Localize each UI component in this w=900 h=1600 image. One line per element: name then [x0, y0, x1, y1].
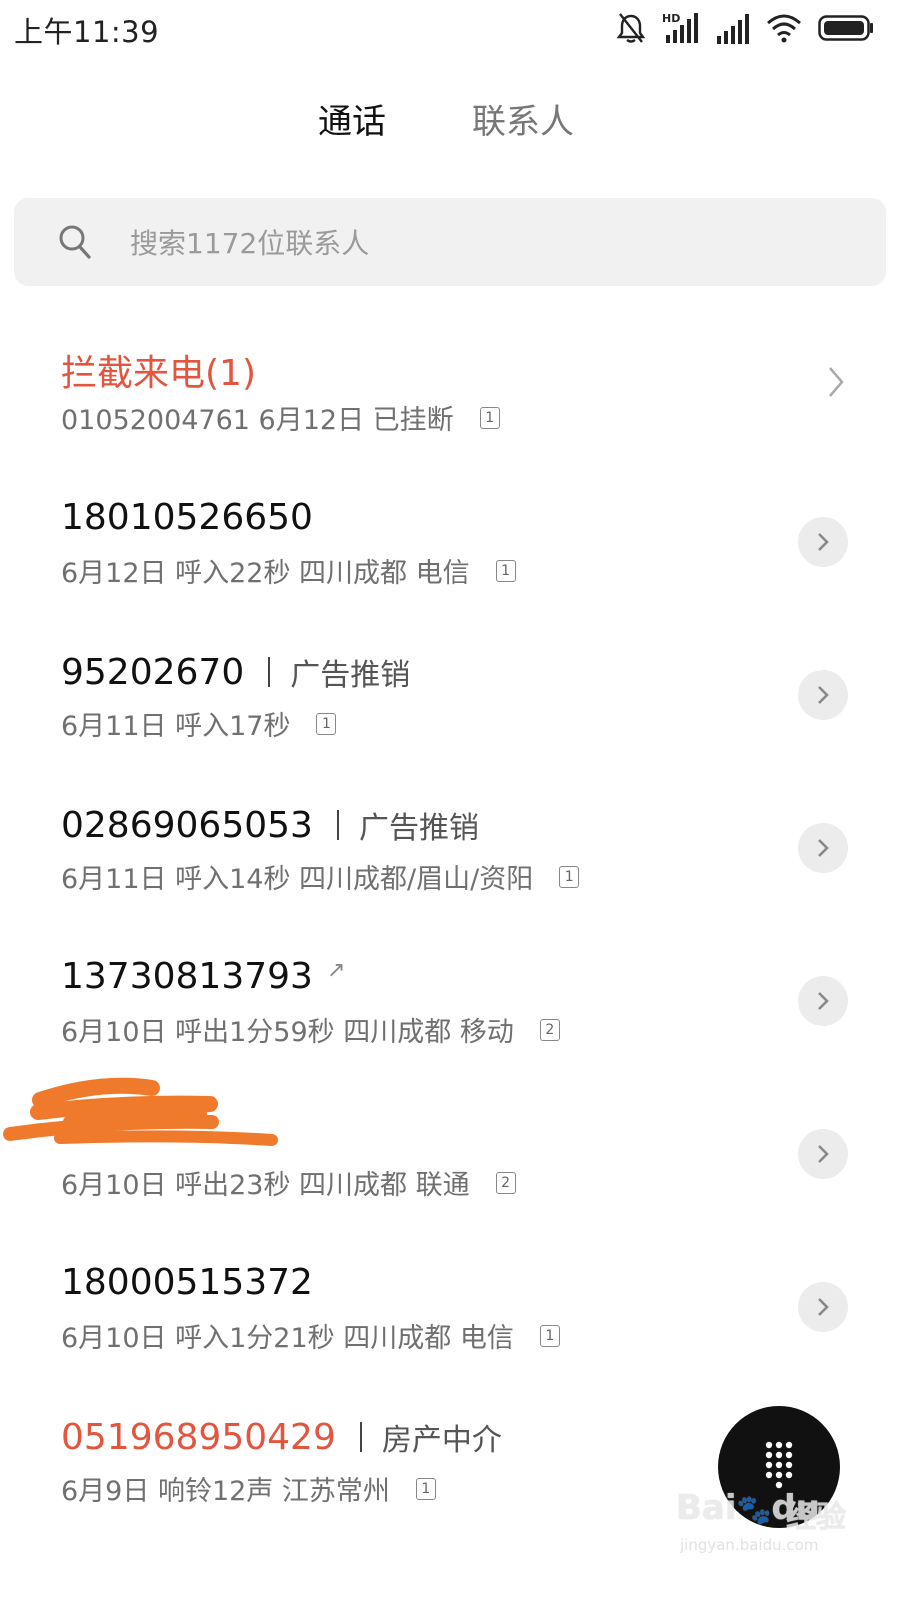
call-number-wrap: 13730813793 ↗: [61, 956, 345, 997]
watermark-url: jingyan.baidu.com: [680, 1536, 819, 1554]
search-icon: [58, 224, 92, 264]
status-icons: HD: [616, 10, 874, 46]
call-detail-button[interactable]: [798, 976, 848, 1026]
search-placeholder: 搜索1172位联系人: [130, 227, 370, 260]
divider: [268, 657, 271, 687]
call-number: 18010526650: [61, 497, 313, 538]
chevron-right-icon: [818, 686, 829, 704]
call-subtitle: 6月10日 呼出1分59秒 四川成都 移动 2: [61, 1010, 560, 1049]
call-info: 6月12日 呼入22秒 四川成都 电信: [61, 558, 470, 589]
chevron-right-icon: [824, 364, 848, 400]
call-info: 6月11日 呼入17秒: [61, 711, 291, 742]
outgoing-arrow-icon: ↗: [326, 958, 346, 983]
call-number: 95202670: [61, 651, 245, 693]
call-detail-button[interactable]: [798, 823, 848, 873]
chevron-right-icon: [818, 533, 829, 551]
mute-bell-icon: [616, 12, 646, 44]
call-number: 051968950429: [61, 1416, 336, 1458]
call-subtitle: 6月9日 响铃12声 江苏常州 1: [61, 1469, 436, 1508]
chevron-right-icon: [818, 992, 829, 1010]
hd-signal-icon: HD: [662, 11, 700, 45]
call-number-wrap: 051968950429 房产中介: [61, 1415, 502, 1459]
signal-icon: [716, 12, 750, 44]
call-tag: 房产中介: [381, 1423, 502, 1458]
call-detail-button[interactable]: [798, 517, 848, 567]
blocked-calls-title: 拦截来电(1): [61, 353, 256, 394]
phone-screen: 上午11:39 HD 通话 联系人 搜索1172位联系人 拦截来电(1) 010…: [0, 0, 900, 1600]
call-subtitle: 6月11日 呼入14秒 四川成都/眉山/资阳 1: [61, 857, 580, 896]
call-subtitle: 01052004761 6月12日 已挂断 1: [61, 398, 500, 437]
call-tag: 广告推销: [290, 658, 411, 693]
call-info: 6月10日 呼出1分59秒 四川成都 移动: [61, 1017, 514, 1048]
divider: [336, 810, 339, 840]
call-tag: 广告推销: [358, 811, 479, 846]
call-info: 6月10日 呼入1分21秒 四川成都 电信: [61, 1323, 514, 1354]
chevron-right-icon: [818, 1145, 829, 1163]
call-number: 13730813793: [61, 956, 313, 997]
svg-text:HD: HD: [662, 12, 680, 25]
divider: [359, 1422, 362, 1452]
call-detail-button[interactable]: [798, 670, 848, 720]
battery-icon: [818, 15, 874, 41]
tab-contacts[interactable]: 联系人: [472, 94, 574, 143]
sim-badge: 1: [316, 712, 337, 735]
call-info: 6月11日 呼入14秒 四川成都/眉山/资阳: [61, 864, 534, 895]
call-subtitle: 6月12日 呼入22秒 四川成都 电信 1: [61, 551, 516, 590]
dialpad-icon: [765, 1441, 793, 1489]
call-number: 02869065053: [61, 804, 313, 846]
call-row[interactable]: 18010526650 6月12日 呼入22秒 四川成都 电信 1: [0, 469, 900, 619]
call-number: 18000515372: [61, 1262, 313, 1303]
search-input[interactable]: 搜索1172位联系人: [14, 198, 886, 286]
status-bar: 上午11:39 HD: [0, 0, 900, 56]
status-time: 上午11:39: [14, 15, 160, 49]
sim-badge: 1: [495, 559, 516, 582]
tab-calls[interactable]: 通话: [318, 94, 386, 143]
call-subtitle: 6月10日 呼入1分21秒 四川成都 电信 1: [61, 1316, 560, 1355]
call-detail-button[interactable]: [798, 1282, 848, 1332]
sim-badge: 1: [559, 865, 580, 888]
call-row[interactable]: 02869065053 广告推销 6月11日 呼入14秒 四川成都/眉山/资阳 …: [0, 775, 900, 925]
redaction-scribble: [3, 1077, 278, 1146]
call-row[interactable]: 18000515372 6月10日 呼入1分21秒 四川成都 电信 1: [0, 1234, 900, 1384]
sim-badge: 1: [415, 1477, 436, 1500]
sim-badge: 2: [495, 1171, 516, 1194]
call-info: 6月9日 响铃12声 江苏常州: [61, 1476, 390, 1507]
sim-badge: 2: [539, 1018, 560, 1041]
sim-badge: 1: [539, 1324, 560, 1347]
chevron-right-icon: [818, 839, 829, 857]
baidu-watermark: Bai🐾du 经验 jingyan.baidu.com: [668, 1488, 868, 1578]
call-number-wrap: 02869065053 广告推销: [61, 803, 479, 847]
call-row[interactable]: 13730813793 ↗ 6月10日 呼出1分59秒 四川成都 移动 2: [0, 928, 900, 1078]
call-row[interactable]: 95202670 广告推销 6月11日 呼入17秒 1: [0, 622, 900, 772]
call-subtitle: 6月11日 呼入17秒 1: [61, 704, 337, 743]
tab-bar: 通话 联系人: [0, 88, 900, 152]
call-subtitle: 6月10日 呼出23秒 四川成都 联通 2: [61, 1163, 516, 1202]
call-info: 6月10日 呼出23秒 四川成都 联通: [61, 1170, 470, 1201]
wifi-icon: [766, 13, 802, 43]
call-info: 01052004761 6月12日 已挂断: [61, 405, 454, 436]
watermark-cn: 经验: [786, 1500, 846, 1535]
call-number-wrap: 95202670 广告推销: [61, 650, 410, 694]
chevron-right-icon: [818, 1298, 829, 1316]
call-detail-button[interactable]: [798, 1129, 848, 1179]
sim-badge: 1: [479, 406, 500, 429]
blocked-calls-row[interactable]: 拦截来电(1) 01052004761 6月12日 已挂断 1: [0, 316, 900, 466]
